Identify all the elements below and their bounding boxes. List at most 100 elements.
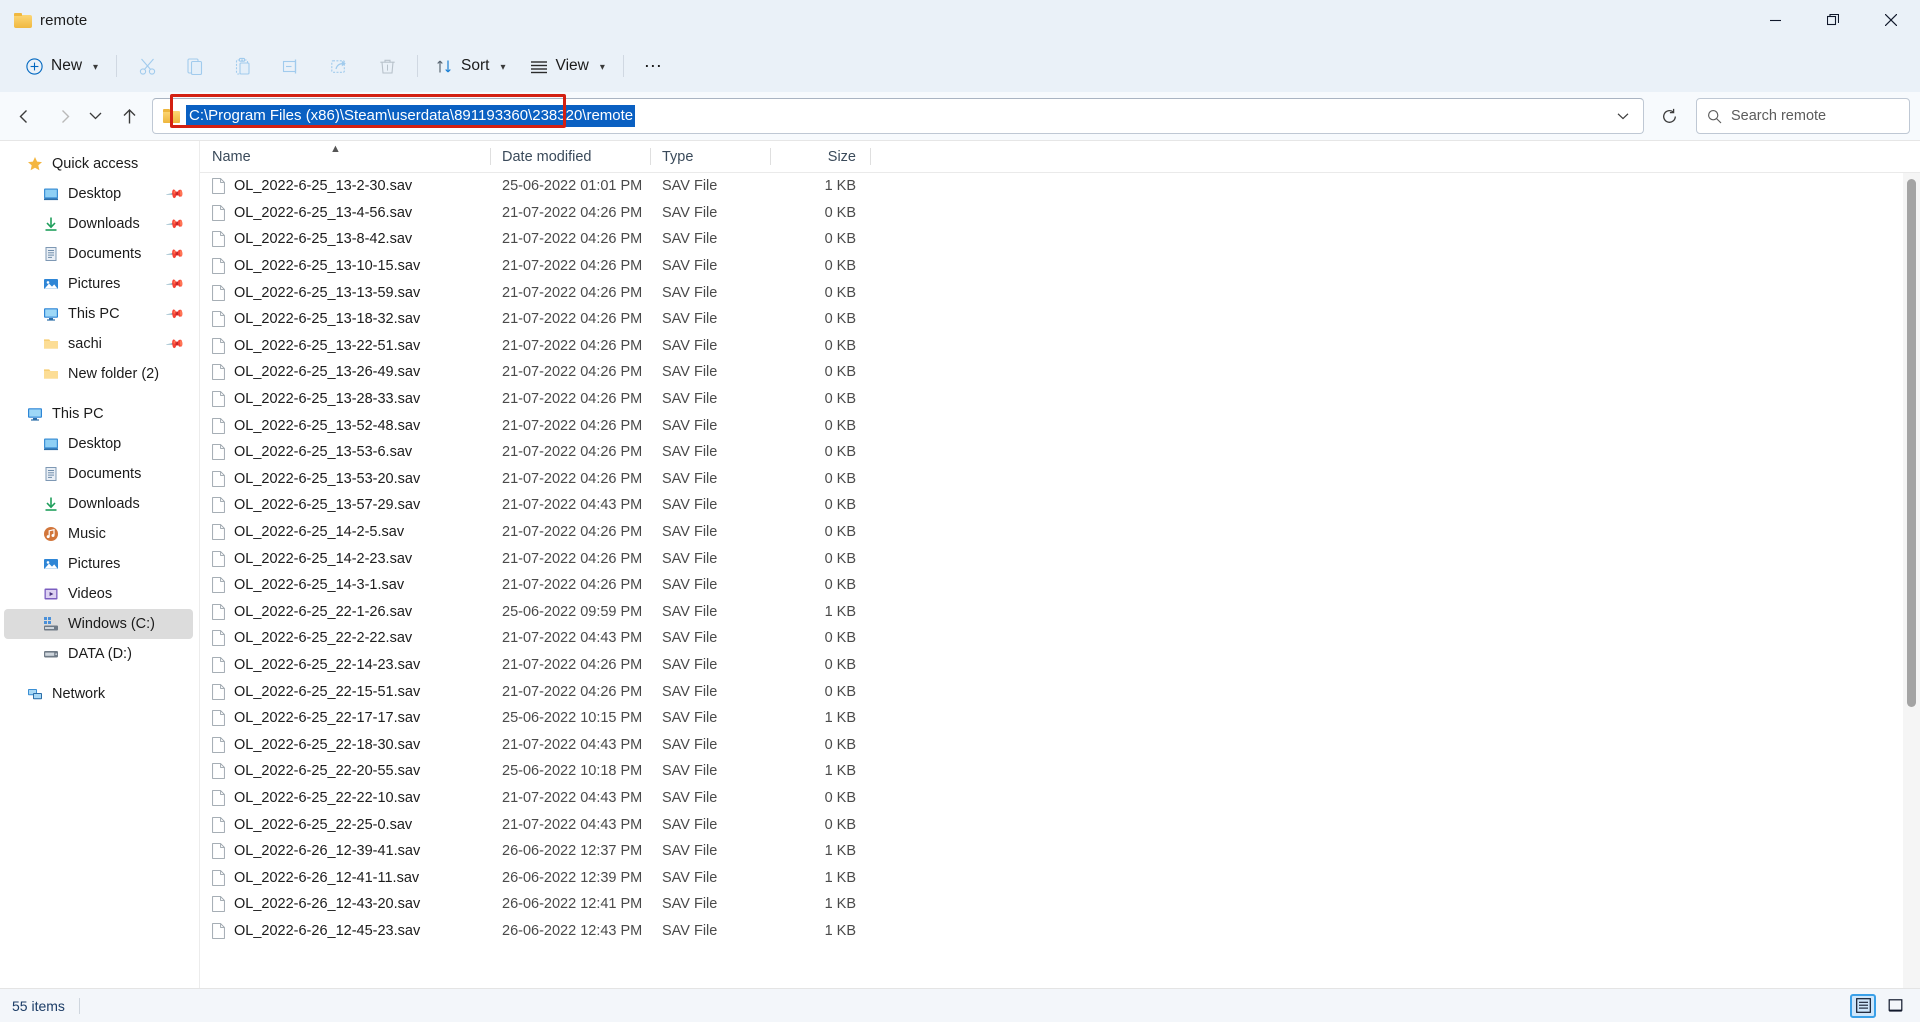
table-row[interactable]: OL_2022-6-25_13-4-56.sav21-07-2022 04:26…: [200, 200, 1920, 227]
rename-button[interactable]: [267, 48, 315, 84]
sidebar-item-desktop[interactable]: Desktop 📌: [4, 179, 193, 209]
file-size-cell: 1 KB: [770, 891, 870, 918]
sidebar-item-pc-music[interactable]: Music: [4, 519, 193, 549]
search-box[interactable]: Search remote: [1696, 98, 1910, 134]
refresh-button[interactable]: [1650, 98, 1688, 134]
table-row[interactable]: OL_2022-6-25_22-14-23.sav21-07-2022 04:2…: [200, 652, 1920, 679]
table-row[interactable]: OL_2022-6-25_22-15-51.sav21-07-2022 04:2…: [200, 678, 1920, 705]
column-header-date-modified[interactable]: Date modified: [490, 141, 650, 172]
scrollbar-thumb[interactable]: [1907, 179, 1916, 707]
drive-icon: [42, 616, 59, 633]
address-bar[interactable]: C:\Program Files (x86)\Steam\userdata\89…: [152, 98, 1644, 134]
table-row[interactable]: OL_2022-6-25_13-13-59.sav21-07-2022 04:2…: [200, 279, 1920, 306]
table-row[interactable]: OL_2022-6-25_22-1-26.sav25-06-2022 09:59…: [200, 599, 1920, 626]
table-row[interactable]: OL_2022-6-26_12-39-41.sav26-06-2022 12:3…: [200, 838, 1920, 865]
column-header-type[interactable]: Type: [650, 141, 770, 172]
sidebar-item-pc-videos[interactable]: Videos: [4, 579, 193, 609]
arrow-left-icon: [19, 109, 36, 124]
file-icon: [212, 285, 225, 301]
sidebar-item-sachi[interactable]: sachi 📌: [4, 329, 193, 359]
address-dropdown-button[interactable]: [1609, 100, 1637, 132]
pin-icon: 📌: [165, 334, 185, 354]
sidebar-item-pc-desktop[interactable]: Desktop: [4, 429, 193, 459]
forward-button[interactable]: [44, 99, 78, 133]
sidebar-item-data-d[interactable]: DATA (D:): [4, 639, 193, 669]
table-row[interactable]: OL_2022-6-25_14-3-1.sav21-07-2022 04:26 …: [200, 572, 1920, 599]
up-button[interactable]: [112, 99, 146, 133]
vertical-scrollbar[interactable]: [1903, 173, 1920, 988]
search-input[interactable]: Search remote: [1731, 108, 1826, 124]
table-row[interactable]: OL_2022-6-25_13-8-42.sav21-07-2022 04:26…: [200, 226, 1920, 253]
table-row[interactable]: OL_2022-6-25_22-17-17.sav25-06-2022 10:1…: [200, 705, 1920, 732]
table-row[interactable]: OL_2022-6-25_22-22-10.sav21-07-2022 04:4…: [200, 785, 1920, 812]
column-header-name[interactable]: Name ▲: [200, 141, 490, 172]
table-row[interactable]: OL_2022-6-26_12-43-20.sav26-06-2022 12:4…: [200, 891, 1920, 918]
sidebar-item-network[interactable]: Network: [4, 679, 193, 709]
sidebar-item-pc-downloads[interactable]: Downloads: [4, 489, 193, 519]
scissors-icon: [138, 57, 157, 76]
details-view-button[interactable]: [1850, 994, 1876, 1018]
close-button[interactable]: [1862, 0, 1920, 40]
table-row[interactable]: OL_2022-6-25_22-18-30.sav21-07-2022 04:4…: [200, 731, 1920, 758]
new-button[interactable]: New ▾: [14, 48, 110, 84]
file-date-cell: 21-07-2022 04:43 PM: [490, 492, 650, 519]
arrow-right-icon: [53, 109, 70, 124]
file-type-cell: SAV File: [650, 572, 770, 599]
sidebar-item-pictures[interactable]: Pictures 📌: [4, 269, 193, 299]
table-row[interactable]: OL_2022-6-25_13-28-33.sav21-07-2022 04:2…: [200, 386, 1920, 413]
file-date-cell: 26-06-2022 12:39 PM: [490, 864, 650, 891]
sidebar-item-windows-c[interactable]: Windows (C:): [4, 609, 193, 639]
more-options-button[interactable]: ⋯: [630, 48, 678, 84]
table-row[interactable]: OL_2022-6-25_13-10-15.sav21-07-2022 04:2…: [200, 253, 1920, 280]
status-divider: [79, 998, 80, 1014]
document-icon: [42, 246, 59, 263]
table-row[interactable]: OL_2022-6-26_12-45-23.sav26-06-2022 12:4…: [200, 918, 1920, 945]
paste-button[interactable]: [219, 48, 267, 84]
delete-button[interactable]: [363, 48, 411, 84]
file-date-cell: 21-07-2022 04:26 PM: [490, 545, 650, 572]
table-row[interactable]: OL_2022-6-25_13-52-48.sav21-07-2022 04:2…: [200, 412, 1920, 439]
navigation-sidebar[interactable]: Quick access Desktop 📌 Downloads 📌 Docum…: [0, 141, 200, 988]
cut-button[interactable]: [123, 48, 171, 84]
sidebar-item-quick-access[interactable]: Quick access: [4, 149, 193, 179]
file-size-cell: 0 KB: [770, 545, 870, 572]
file-name-cell: OL_2022-6-25_22-20-55.sav: [200, 758, 490, 785]
table-row[interactable]: OL_2022-6-25_13-57-29.sav21-07-2022 04:4…: [200, 492, 1920, 519]
table-row[interactable]: OL_2022-6-26_12-41-11.sav26-06-2022 12:3…: [200, 864, 1920, 891]
column-header-size[interactable]: Size: [770, 141, 870, 172]
file-name-cell: OL_2022-6-25_14-2-5.sav: [200, 519, 490, 546]
table-row[interactable]: OL_2022-6-25_13-2-30.sav25-06-2022 01:01…: [200, 173, 1920, 200]
table-row[interactable]: OL_2022-6-25_14-2-5.sav21-07-2022 04:26 …: [200, 519, 1920, 546]
table-row[interactable]: OL_2022-6-25_13-22-51.sav21-07-2022 04:2…: [200, 333, 1920, 360]
copy-button[interactable]: [171, 48, 219, 84]
table-row[interactable]: OL_2022-6-25_13-53-6.sav21-07-2022 04:26…: [200, 439, 1920, 466]
table-row[interactable]: OL_2022-6-25_22-20-55.sav25-06-2022 10:1…: [200, 758, 1920, 785]
table-row[interactable]: OL_2022-6-25_13-53-20.sav21-07-2022 04:2…: [200, 466, 1920, 493]
file-rows-container[interactable]: OL_2022-6-25_13-2-30.sav25-06-2022 01:01…: [200, 173, 1920, 988]
sort-button[interactable]: Sort ▾: [424, 48, 517, 84]
sidebar-item-downloads[interactable]: Downloads 📌: [4, 209, 193, 239]
table-row[interactable]: OL_2022-6-25_13-26-49.sav21-07-2022 04:2…: [200, 359, 1920, 386]
table-row[interactable]: OL_2022-6-25_22-2-22.sav21-07-2022 04:43…: [200, 625, 1920, 652]
view-button[interactable]: View ▾: [518, 48, 617, 84]
sidebar-item-documents[interactable]: Documents 📌: [4, 239, 193, 269]
table-row[interactable]: OL_2022-6-25_13-18-32.sav21-07-2022 04:2…: [200, 306, 1920, 333]
sidebar-item-pc-pictures[interactable]: Pictures: [4, 549, 193, 579]
restore-button[interactable]: [1804, 0, 1862, 40]
table-row[interactable]: OL_2022-6-25_22-25-0.sav21-07-2022 04:43…: [200, 811, 1920, 838]
sidebar-item-pc-documents[interactable]: Documents: [4, 459, 193, 489]
pin-icon: 📌: [165, 304, 185, 324]
sidebar-item-this-pc-quick[interactable]: This PC 📌: [4, 299, 193, 329]
address-path-text[interactable]: C:\Program Files (x86)\Steam\userdata\89…: [186, 105, 635, 127]
table-row[interactable]: OL_2022-6-25_14-2-23.sav21-07-2022 04:26…: [200, 545, 1920, 572]
back-button[interactable]: [10, 99, 44, 133]
recent-locations-button[interactable]: [78, 99, 112, 133]
file-name-cell: OL_2022-6-25_13-26-49.sav: [200, 359, 490, 386]
large-icons-view-icon: [1888, 998, 1903, 1013]
sidebar-item-this-pc[interactable]: This PC: [4, 399, 193, 429]
sidebar-item-new-folder-2[interactable]: New folder (2): [4, 359, 193, 389]
file-size-cell: 0 KB: [770, 466, 870, 493]
large-icons-view-button[interactable]: [1882, 994, 1908, 1018]
share-button[interactable]: [315, 48, 363, 84]
minimize-button[interactable]: [1746, 0, 1804, 40]
